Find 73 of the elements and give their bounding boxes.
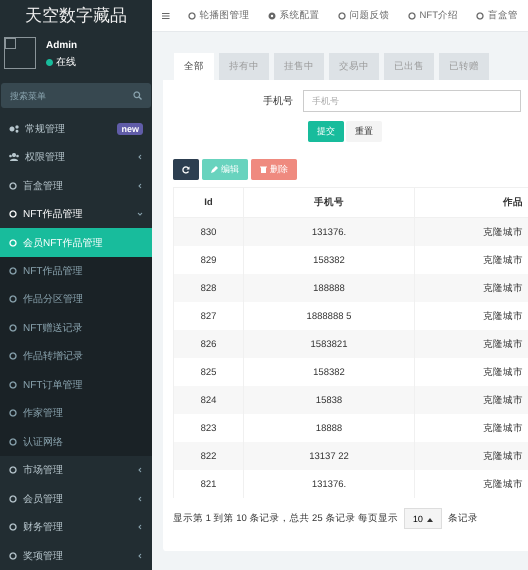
page-size-dropdown[interactable]: 10 bbox=[404, 508, 442, 529]
filter-tab[interactable]: 全部 bbox=[174, 53, 214, 80]
pagination-summary: 显示第 1 到第 10 条记录，总共 25 条记录 每页显示 bbox=[173, 512, 398, 525]
circle-icon bbox=[9, 210, 17, 218]
circle-icon bbox=[9, 182, 17, 190]
refresh-button[interactable] bbox=[173, 159, 199, 180]
circle-icon bbox=[476, 12, 484, 20]
chevron-left-icon bbox=[137, 496, 143, 502]
status-dot bbox=[46, 58, 53, 66]
table-cell: 克隆城市 bbox=[414, 470, 528, 498]
nav-tab[interactable]: 盲盒管 bbox=[476, 9, 518, 22]
circle-icon bbox=[9, 494, 17, 503]
chevron-down-icon bbox=[137, 211, 143, 218]
gear-icon bbox=[268, 12, 276, 20]
submenu-item[interactable]: NFT订单管理 bbox=[0, 370, 152, 400]
circle-icon bbox=[9, 324, 17, 332]
menu-icon[interactable] bbox=[162, 12, 170, 20]
menu-item[interactable]: 财务管理 bbox=[0, 512, 152, 542]
trash-icon bbox=[260, 166, 267, 173]
circle-icon bbox=[9, 523, 17, 532]
menu-item[interactable]: 权限管理 bbox=[0, 142, 152, 172]
phone-input[interactable]: 手机号 bbox=[303, 90, 521, 112]
nav-tab[interactable]: 轮播图管理 bbox=[188, 9, 250, 22]
submenu-item[interactable]: NFT赠送记录 bbox=[0, 314, 152, 342]
circle-icon bbox=[9, 295, 17, 304]
chevron-left-icon bbox=[137, 182, 143, 189]
chevron-left-icon bbox=[137, 467, 143, 474]
circle-icon bbox=[9, 267, 17, 275]
table-cell: 131376. bbox=[244, 470, 414, 498]
circle-icon bbox=[9, 238, 17, 247]
circle-icon bbox=[338, 12, 346, 20]
chevron-left-icon bbox=[137, 552, 143, 559]
submenu-item[interactable]: 作品转增记录 bbox=[0, 342, 152, 371]
circle-icon bbox=[408, 12, 416, 20]
submenu-item[interactable]: NFT作品管理 bbox=[0, 256, 152, 286]
menu-item[interactable]: 市场管理 bbox=[0, 456, 152, 485]
circle-icon bbox=[188, 12, 196, 20]
avatar bbox=[4, 37, 36, 70]
submenu-item[interactable]: 认证网络 bbox=[0, 428, 152, 456]
circle-icon bbox=[9, 380, 17, 389]
submenu-item[interactable]: 作品分区管理 bbox=[0, 285, 152, 314]
menu-item[interactable]: 奖项管理 bbox=[0, 541, 152, 570]
nav-tab[interactable]: NFT介绍 bbox=[408, 9, 458, 22]
circle-icon bbox=[9, 466, 17, 474]
circle-icon bbox=[9, 438, 17, 446]
pencil-icon bbox=[211, 166, 218, 173]
submenu-item[interactable]: 作家管理 bbox=[0, 399, 152, 428]
reset-button[interactable]: 重置 bbox=[346, 121, 382, 142]
gears-icon bbox=[9, 124, 19, 133]
chevron-left-icon bbox=[137, 154, 143, 160]
users-icon bbox=[9, 153, 19, 162]
search-field[interactable]: 搜索菜单 bbox=[1, 83, 151, 108]
nav-tab[interactable]: 系统配置 bbox=[268, 9, 320, 22]
column-header: 手机号 bbox=[244, 188, 414, 218]
table-cell: 821 bbox=[174, 470, 244, 498]
column-header: Id bbox=[174, 188, 244, 218]
user-name: Admin bbox=[46, 40, 78, 52]
menu-item[interactable]: 常规管理 new bbox=[0, 114, 152, 143]
menu-item[interactable]: NFT作品管理 bbox=[0, 200, 152, 228]
search-icon bbox=[133, 91, 142, 100]
circle-icon bbox=[9, 409, 17, 418]
refresh-icon bbox=[182, 166, 190, 174]
new-badge: new bbox=[117, 122, 143, 135]
menu-item[interactable]: 盲盒管理 bbox=[0, 171, 152, 200]
user-status: 在线 bbox=[56, 56, 76, 70]
menu-item[interactable]: 会员管理 bbox=[0, 484, 152, 513]
chevron-left-icon bbox=[137, 524, 143, 530]
circle-icon bbox=[9, 552, 17, 560]
field-label: 手机号 bbox=[263, 94, 293, 108]
circle-icon bbox=[9, 352, 17, 360]
pagination-suffix: 条记录 bbox=[448, 512, 478, 525]
nav-tab[interactable]: 问题反馈 bbox=[338, 9, 390, 22]
caret-up-icon bbox=[426, 518, 433, 522]
